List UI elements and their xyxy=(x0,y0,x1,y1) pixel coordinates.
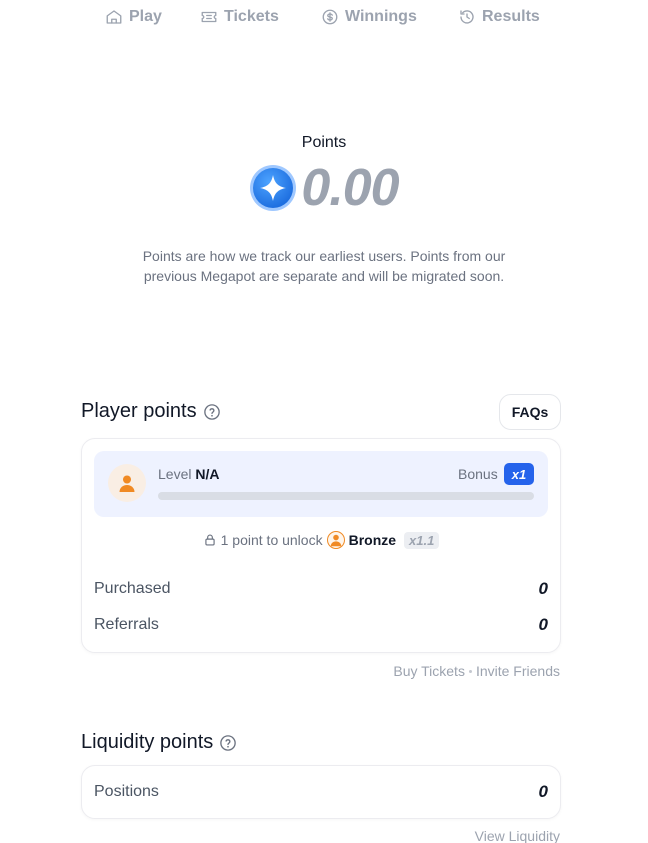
top-nav: Play Tickets Winnings Results xyxy=(0,0,648,36)
user-icon xyxy=(119,475,135,492)
points-description: Points are how we track our earliest use… xyxy=(142,248,506,284)
level-panel: Level N/A Bonus x1 xyxy=(94,451,548,517)
level-progress-bar xyxy=(158,492,534,500)
buy-tickets-link[interactable]: Buy Tickets xyxy=(393,663,465,679)
dollar-coin-icon xyxy=(322,9,338,25)
home-icon xyxy=(106,10,122,24)
nav-play[interactable]: Play xyxy=(105,8,162,26)
nav-winnings-label: Winnings xyxy=(345,8,417,25)
nav-play-label: Play xyxy=(129,8,162,25)
player-points-heading: Player points xyxy=(81,400,221,423)
liquidity-points-heading: Liquidity points xyxy=(81,731,237,754)
level-label: Level xyxy=(158,466,192,482)
nav-results-label: Results xyxy=(482,8,540,25)
liquidity-links: View Liquidity xyxy=(475,828,560,843)
help-icon[interactable] xyxy=(203,403,221,421)
liquidity-points-card: Positions 0 xyxy=(81,765,561,819)
invite-friends-link[interactable]: Invite Friends xyxy=(476,663,560,679)
stat-value: 0 xyxy=(538,579,548,598)
nav-results[interactable]: Results xyxy=(458,8,540,26)
separator-dot xyxy=(468,669,472,673)
help-icon[interactable] xyxy=(219,734,237,752)
view-liquidity-link[interactable]: View Liquidity xyxy=(475,828,560,843)
sparkle-coin-icon xyxy=(250,165,297,211)
stat-row-purchased: Purchased 0 xyxy=(94,579,548,599)
next-tier-multiplier: x1.1 xyxy=(404,531,440,549)
points-display: 0.00 xyxy=(0,162,648,214)
history-icon xyxy=(460,10,474,24)
unlock-text: 1 point to unlock xyxy=(220,532,323,548)
ticket-icon xyxy=(201,11,217,23)
avatar xyxy=(108,464,146,502)
level-text: Level N/A xyxy=(158,466,219,482)
positions-value: 0 xyxy=(538,782,548,801)
liquidity-points-title: Liquidity points xyxy=(81,731,214,753)
unlock-hint: 1 point to unlock Bronze x1.1 xyxy=(82,531,560,549)
positions-label: Positions xyxy=(94,783,159,800)
level-value: N/A xyxy=(195,466,220,482)
lock-icon xyxy=(204,534,215,546)
player-points-card: Level N/A Bonus x1 1 point to unlock Bro… xyxy=(81,438,561,653)
bronze-tier-icon xyxy=(326,531,345,549)
stat-label: Referrals xyxy=(94,616,159,633)
faqs-button[interactable]: FAQs xyxy=(499,394,561,430)
stat-label: Purchased xyxy=(94,580,171,597)
stat-value: 0 xyxy=(538,615,548,634)
nav-tickets[interactable]: Tickets xyxy=(200,8,279,26)
bonus-badge: x1 xyxy=(504,463,534,485)
stat-row-positions: Positions 0 xyxy=(94,782,548,802)
bronze-user-icon xyxy=(330,534,341,547)
nav-tickets-label: Tickets xyxy=(224,8,279,25)
stat-row-referrals: Referrals 0 xyxy=(94,615,548,635)
points-label: Points xyxy=(301,134,347,151)
nav-winnings[interactable]: Winnings xyxy=(321,8,417,26)
bonus-label: Bonus xyxy=(458,466,498,482)
next-tier-name: Bronze xyxy=(348,532,397,548)
player-links: Buy Tickets Invite Friends xyxy=(393,663,560,679)
player-points-title: Player points xyxy=(81,400,197,422)
points-value: 0.00 xyxy=(301,159,399,217)
